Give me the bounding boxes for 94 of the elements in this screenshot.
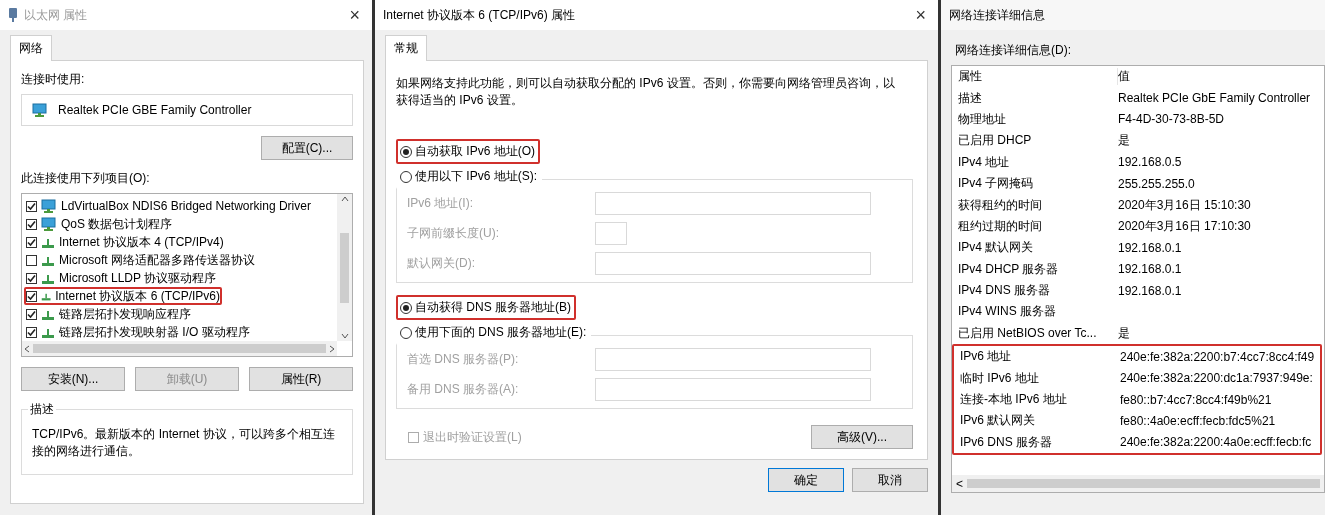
section-label: 连接时使用: bbox=[21, 71, 86, 88]
property-cell-text: IPv4 WINS 服务器 bbox=[958, 303, 1057, 321]
value-cell-text: fe80::4a0e:ecff:fecb:fdc5%21 bbox=[1120, 413, 1277, 428]
vertical-scrollbar[interactable] bbox=[337, 194, 352, 341]
scroll-up-icon[interactable] bbox=[340, 196, 349, 202]
checkbox[interactable] bbox=[26, 218, 37, 230]
value-cell-text: 是 bbox=[1118, 132, 1131, 150]
field-label: 首选 DNS 服务器(P): bbox=[407, 351, 520, 368]
value-cell-text: 2020年3月16日 17:10:30 bbox=[1118, 217, 1252, 235]
value-cell-text: 2020年3月16日 15:10:30 bbox=[1118, 196, 1252, 214]
list-item[interactable]: QoS 数据包计划程序 bbox=[61, 215, 173, 233]
value-cell-text: 192.168.0.1 bbox=[1118, 283, 1183, 298]
adapter-field: Realtek PCIe GBE Family Controller bbox=[21, 94, 353, 126]
horizontal-scrollbar[interactable] bbox=[22, 341, 337, 356]
radio-label[interactable]: 使用以下 IPv6 地址(S): bbox=[415, 168, 537, 185]
protocol-icon bbox=[41, 326, 55, 338]
list-item[interactable]: Microsoft 网络适配器多路传送器协议 bbox=[59, 251, 255, 269]
scroll-left-arrow[interactable]: < bbox=[956, 476, 963, 491]
property-cell-text: 已启用 DHCP bbox=[958, 132, 1033, 150]
property-cell-text: 获得租约的时间 bbox=[958, 196, 1043, 214]
checkbox[interactable] bbox=[26, 290, 37, 302]
network-adapter-icon bbox=[41, 217, 57, 231]
field-label: IPv6 地址(I): bbox=[407, 195, 474, 212]
value-cell-text: 240e:fe:382a:2200:b7:4cc7:8cc4:f49 bbox=[1120, 349, 1316, 364]
network-adapter-icon bbox=[41, 199, 57, 213]
property-cell-text: 连接-本地 IPv6 地址 bbox=[960, 391, 1068, 409]
window-title: 网络连接详细信息 bbox=[949, 6, 1046, 24]
advanced-button[interactable]: 高级(V)... bbox=[811, 425, 913, 449]
list-item[interactable]: 链路层拓扑发现映射器 I/O 驱动程序 bbox=[59, 323, 250, 341]
value-cell-text: 192.168.0.1 bbox=[1118, 240, 1183, 255]
property-cell-text: 已启用 NetBIOS over Tc... bbox=[958, 324, 1098, 342]
scroll-down-icon[interactable] bbox=[340, 333, 349, 339]
checkbox[interactable] bbox=[26, 200, 37, 212]
protocol-icon bbox=[41, 236, 55, 248]
property-cell-text: IPv6 DNS 服务器 bbox=[960, 433, 1053, 451]
column-header[interactable]: 属性 bbox=[958, 68, 1118, 86]
protocol-icon bbox=[41, 254, 55, 266]
window-title: Internet 协议版本 6 (TCP/IPv6) 属性 bbox=[383, 6, 577, 24]
checkbox[interactable] bbox=[26, 326, 37, 338]
value-cell-text: 192.168.0.5 bbox=[1118, 155, 1183, 170]
list-item[interactable]: Microsoft LLDP 协议驱动程序 bbox=[59, 269, 217, 287]
value-cell-text: Realtek PCIe GbE Family Controller bbox=[1118, 91, 1312, 106]
list-item[interactable]: LdVirtualBox NDIS6 Bridged Networking Driver bbox=[61, 199, 311, 213]
action-button[interactable]: 属性(R) bbox=[249, 367, 353, 391]
property-cell-text: IPv4 默认网关 bbox=[958, 239, 1035, 257]
tab[interactable]: 常规 bbox=[385, 35, 427, 61]
property-cell-text: 描述 bbox=[958, 89, 983, 107]
field-label: 子网前缀长度(U): bbox=[407, 225, 500, 242]
value-cell-text: 192.168.0.1 bbox=[1118, 262, 1183, 277]
property-cell-text: IPv6 默认网关 bbox=[960, 412, 1037, 430]
value-cell-text: 255.255.255.0 bbox=[1118, 176, 1196, 191]
checkbox[interactable] bbox=[26, 272, 37, 284]
intro-text: 如果网络支持此功能，则可以自动获取分配的 IPv6 设置。否则，你需要向网络管理员咨询，以获得适当的 IPv6 设置。 bbox=[396, 75, 896, 109]
close-button[interactable]: × bbox=[345, 4, 364, 26]
ethernet-icon bbox=[8, 7, 18, 23]
field-label: 备用 DNS 服务器(A): bbox=[407, 381, 520, 398]
property-cell-text: IPv4 地址 bbox=[958, 153, 1011, 171]
checkbox[interactable] bbox=[26, 254, 37, 266]
scroll-left-icon[interactable] bbox=[24, 344, 30, 353]
scroll-right-icon[interactable] bbox=[329, 344, 335, 353]
window-title: 以太网 属性 bbox=[24, 6, 89, 24]
protocol-icon bbox=[41, 308, 55, 320]
network-adapter-icon bbox=[32, 103, 48, 117]
column-header[interactable]: 值 bbox=[1118, 68, 1324, 86]
property-cell-text: IPv6 地址 bbox=[960, 348, 1013, 366]
dialog-button[interactable]: 确定 bbox=[768, 468, 844, 492]
list-item[interactable]: Internet 协议版本 4 (TCP/IPv4) bbox=[59, 233, 224, 251]
list-item[interactable]: 链路层拓扑发现响应程序 bbox=[59, 305, 191, 323]
value-cell-text: F4-4D-30-73-8B-5D bbox=[1118, 112, 1226, 127]
section-label: 网络连接详细信息(D): bbox=[955, 42, 1072, 59]
tab[interactable]: 网络 bbox=[10, 35, 52, 61]
action-button[interactable]: 安装(N)... bbox=[21, 367, 125, 391]
radio-label[interactable]: 使用下面的 DNS 服务器地址(E): bbox=[415, 324, 587, 341]
property-cell-text: IPv4 DHCP 服务器 bbox=[958, 260, 1060, 278]
value-cell-text: 240e:fe:382a:2200:dc1a:7937:949e: bbox=[1120, 371, 1314, 386]
configure-button[interactable]: 配置(C)... bbox=[261, 136, 353, 160]
dialog-button[interactable]: 取消 bbox=[852, 468, 928, 492]
property-cell-text: IPv4 子网掩码 bbox=[958, 175, 1035, 193]
property-cell-text: 物理地址 bbox=[958, 110, 1007, 128]
field-label: 默认网关(D): bbox=[407, 255, 476, 272]
section-label: 此连接使用下列项目(O): bbox=[21, 170, 151, 187]
value-cell-text: 是 bbox=[1118, 324, 1131, 342]
protocol-icon bbox=[41, 272, 55, 284]
value-cell-text: fe80::b7:4cc7:8cc4:f49b%21 bbox=[1120, 392, 1273, 407]
property-cell-text: IPv4 DNS 服务器 bbox=[958, 282, 1051, 300]
close-button[interactable]: × bbox=[911, 4, 930, 26]
property-cell-text: 临时 IPv6 地址 bbox=[960, 369, 1040, 387]
description-text: TCP/IPv6。最新版本的 Internet 协议，可以跨多个相互连接的网络进行通信。 bbox=[32, 426, 336, 460]
value-cell-text: 240e:fe:382a:2200:4a0e:ecff:fecb:fc bbox=[1120, 435, 1313, 450]
group-title: 描述 bbox=[29, 401, 55, 418]
property-cell-text: 租约过期的时间 bbox=[958, 217, 1043, 235]
horizontal-scrollbar[interactable]: < bbox=[952, 475, 1324, 492]
checkbox[interactable] bbox=[26, 236, 37, 248]
checkbox[interactable] bbox=[26, 308, 37, 320]
